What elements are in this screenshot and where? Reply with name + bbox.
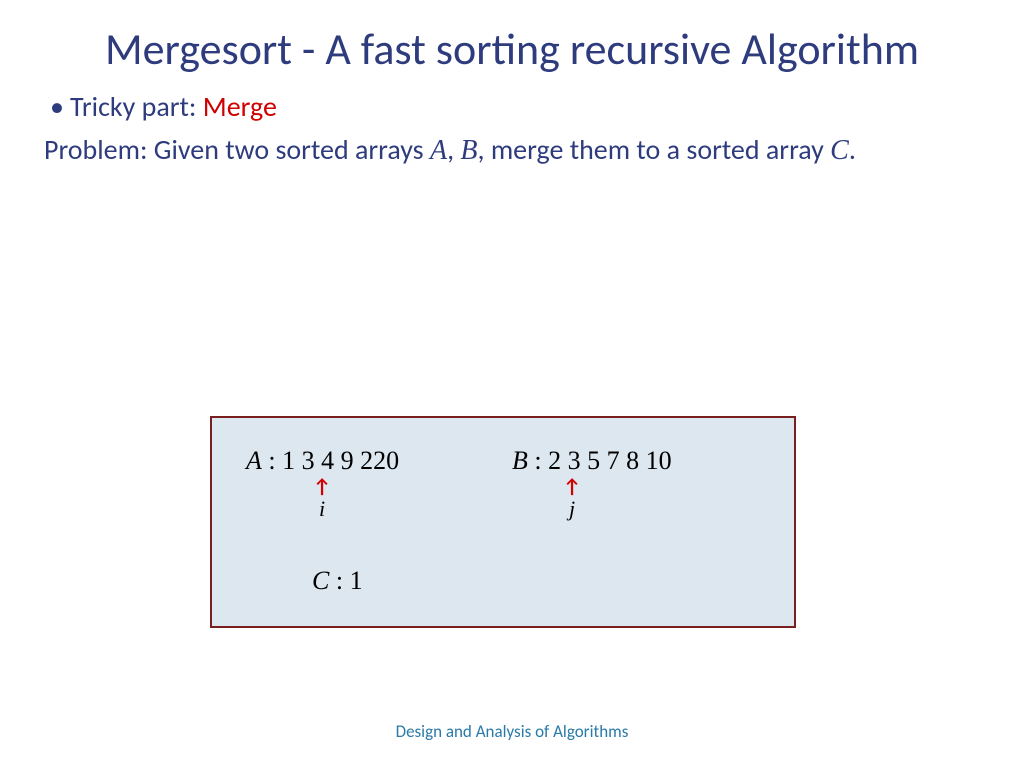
array-C-values: 1 — [350, 566, 363, 595]
array-A: A : 1 3 4 9 220 — [246, 446, 399, 476]
var-B: B — [460, 135, 477, 166]
slide-content: • Tricky part: Merge Problem: Given two … — [0, 85, 1024, 170]
bullet-tricky-part: • Tricky part: Merge — [44, 89, 980, 125]
merge-diagram: A : 1 3 4 9 220 B : 2 3 5 7 8 10 ↑ i ↑ j… — [210, 416, 796, 628]
pointer-j: ↑ j — [562, 480, 582, 522]
slide-title: Mergesort - A fast sorting recursive Alg… — [0, 0, 1024, 85]
array-C-label: C — [312, 566, 329, 595]
pointer-i: ↑ i — [312, 480, 332, 522]
array-C: C : 1 — [312, 566, 363, 596]
problem-part1: Problem: Given two sorted arrays — [44, 132, 430, 167]
problem-statement: Problem: Given two sorted arrays A, B, m… — [44, 131, 980, 170]
bullet-marker: • — [44, 89, 70, 125]
var-C: C — [830, 135, 849, 166]
array-B: B : 2 3 5 7 8 10 — [512, 446, 672, 476]
bullet-emph: Merge — [203, 89, 277, 124]
arrow-up-icon: ↑ — [562, 480, 582, 494]
pointer-j-label: j — [562, 496, 582, 522]
array-B-label: B — [512, 446, 528, 475]
arrow-up-icon: ↑ — [312, 480, 332, 494]
array-A-label: A — [246, 446, 262, 475]
array-A-values: 1 3 4 9 220 — [282, 446, 399, 475]
problem-period: . — [849, 132, 856, 167]
var-A: A — [430, 135, 447, 166]
bullet-prefix: Tricky part: — [70, 89, 203, 124]
array-B-values: 2 3 5 7 8 10 — [548, 446, 672, 475]
problem-part2: , merge them to a sorted array — [478, 132, 831, 167]
slide-footer: Design and Analysis of Algorithms — [0, 721, 1024, 742]
bullet-text: Tricky part: Merge — [70, 89, 277, 125]
pointer-i-label: i — [312, 496, 332, 522]
problem-comma: , — [447, 132, 460, 167]
